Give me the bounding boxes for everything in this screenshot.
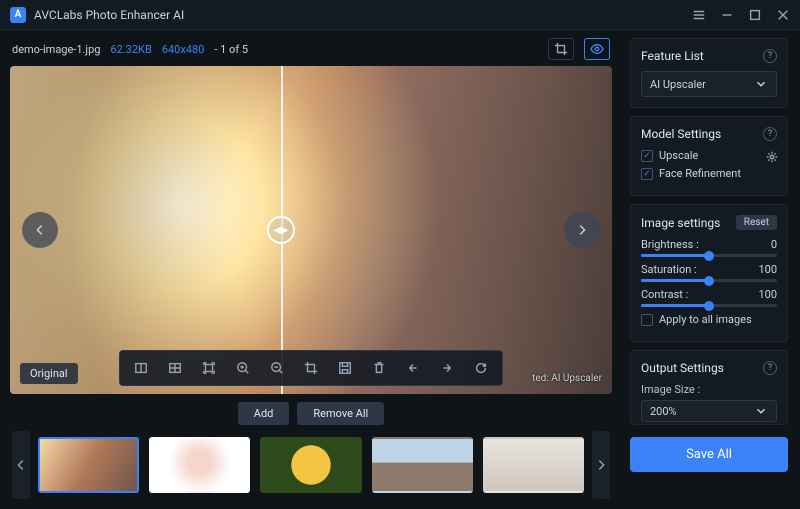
upscale-checkbox[interactable]: ✓ Upscale <box>641 149 777 162</box>
apply-all-checkbox[interactable]: Apply to all images <box>641 313 777 326</box>
thumbnail[interactable] <box>149 437 250 493</box>
feature-selected: AI Upscaler <box>650 78 706 91</box>
save-all-button[interactable]: Save All <box>630 437 788 472</box>
zoom-out-icon[interactable] <box>266 357 288 379</box>
thumbnail[interactable] <box>260 437 361 493</box>
preview-toggle-button[interactable] <box>584 38 610 60</box>
gear-icon[interactable] <box>765 150 777 162</box>
output-size-select[interactable]: 200% <box>641 400 777 422</box>
help-icon[interactable]: ? <box>763 49 777 63</box>
thumbnail[interactable] <box>38 437 139 493</box>
contrast-value: 100 <box>758 288 777 301</box>
reset-button[interactable]: Reset <box>736 215 777 230</box>
image-settings-title: Image settings <box>641 216 720 230</box>
brightness-label: Brightness : <box>641 238 699 251</box>
zoom-in-icon[interactable] <box>232 357 254 379</box>
crop-toggle-button[interactable] <box>548 38 574 60</box>
crop-icon[interactable] <box>300 357 322 379</box>
contrast-slider[interactable] <box>641 304 777 307</box>
model-panel: Model Settings ? ✓ Upscale ✓ Face Refine… <box>630 116 788 196</box>
saturation-label: Saturation : <box>641 263 697 276</box>
file-name: demo-image-1.jpg <box>12 43 100 56</box>
next-image-button[interactable] <box>564 212 600 248</box>
face-checkbox[interactable]: ✓ Face Refinement <box>641 167 777 180</box>
output-panel: Output Settings ? Image Size : 200% <box>630 350 788 425</box>
brightness-slider[interactable] <box>641 254 777 257</box>
close-button[interactable] <box>776 8 790 22</box>
app-logo-icon: A <box>10 7 26 23</box>
remove-all-button[interactable]: Remove All <box>297 402 384 425</box>
thumbnail[interactable] <box>483 437 584 493</box>
method-tag: ted: AI Upscaler <box>532 373 602 384</box>
contrast-label: Contrast : <box>641 288 688 301</box>
feature-title: Feature List <box>641 49 704 63</box>
output-size-value: 200% <box>650 405 677 418</box>
compare-side-icon[interactable] <box>130 357 152 379</box>
help-icon[interactable]: ? <box>763 127 777 141</box>
saturation-slider[interactable] <box>641 279 777 282</box>
preview-area: ◀▶ Original ted: AI Upscaler <box>10 66 612 394</box>
preview-toolbar <box>119 350 503 386</box>
compare-handle[interactable]: ◀▶ <box>267 216 295 244</box>
undo-icon[interactable] <box>402 357 424 379</box>
redo-icon[interactable] <box>436 357 458 379</box>
refresh-icon[interactable] <box>470 357 492 379</box>
file-info-bar: demo-image-1.jpg 62.32KB 640x480 - 1 of … <box>10 38 612 66</box>
fit-icon[interactable] <box>198 357 220 379</box>
thumb-prev-button[interactable] <box>12 431 30 499</box>
original-tag: Original <box>20 363 78 384</box>
image-settings-panel: Image settings Reset Brightness : 0 Satur… <box>630 204 788 342</box>
thumbnail[interactable] <box>372 437 473 493</box>
save-icon[interactable] <box>334 357 356 379</box>
file-size: 62.32KB <box>110 43 151 56</box>
titlebar: A AVCLabs Photo Enhancer AI <box>0 0 800 30</box>
output-size-label: Image Size : <box>641 383 777 396</box>
saturation-value: 100 <box>758 263 777 276</box>
output-title: Output Settings <box>641 361 724 375</box>
feature-panel: Feature List ? AI Upscaler <box>630 38 788 108</box>
thumbnail-strip <box>10 431 612 505</box>
help-icon[interactable]: ? <box>763 361 777 375</box>
minimize-button[interactable] <box>720 8 734 22</box>
maximize-button[interactable] <box>748 8 762 22</box>
thumb-next-button[interactable] <box>592 431 610 499</box>
preview-image <box>10 66 612 394</box>
add-button[interactable]: Add <box>238 402 290 425</box>
app-title: AVCLabs Photo Enhancer AI <box>34 8 692 22</box>
menu-icon[interactable] <box>692 8 706 22</box>
file-index: - 1 of 5 <box>214 43 248 56</box>
feature-select[interactable]: AI Upscaler <box>641 71 777 97</box>
model-title: Model Settings <box>641 127 721 141</box>
compare-grid-icon[interactable] <box>164 357 186 379</box>
delete-icon[interactable] <box>368 357 390 379</box>
brightness-value: 0 <box>771 238 777 251</box>
file-dimensions: 640x480 <box>162 43 205 56</box>
prev-image-button[interactable] <box>22 212 58 248</box>
